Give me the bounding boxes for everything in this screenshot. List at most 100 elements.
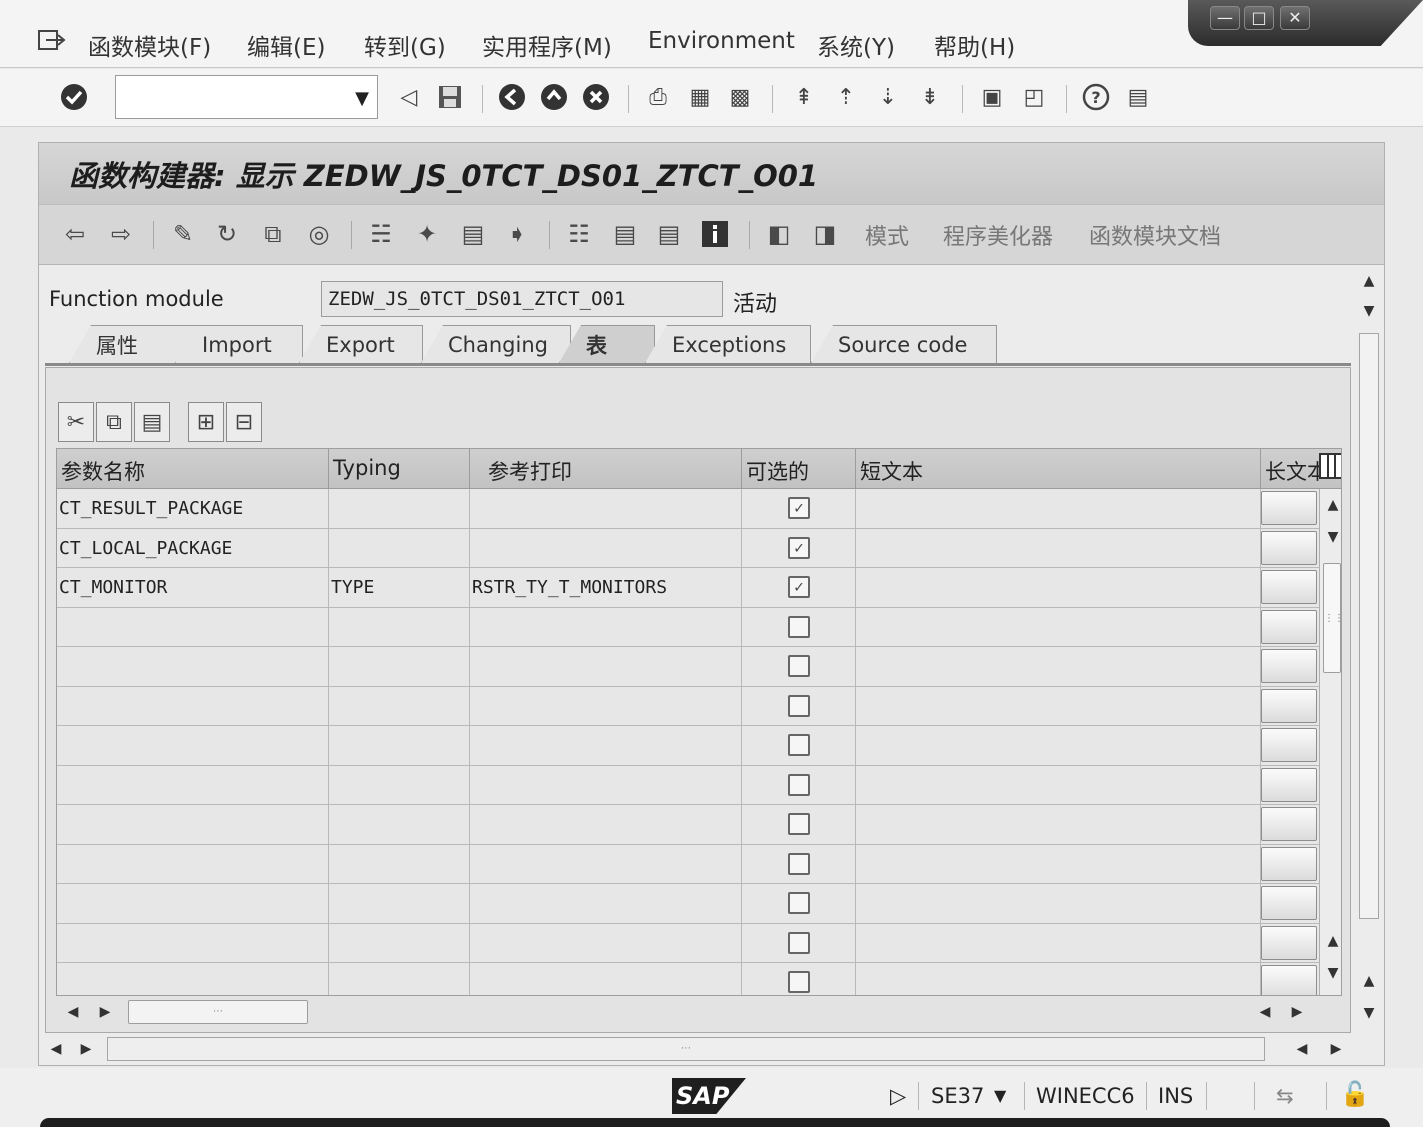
tab-import[interactable]: Import: [175, 325, 303, 363]
scrollbar-thumb[interactable]: ⋯: [128, 1000, 308, 1024]
table-row[interactable]: CT_LOCAL_PACKAGE ✓: [57, 528, 1319, 568]
command-field[interactable]: ▼: [115, 75, 378, 119]
activate-icon[interactable]: ✦: [411, 219, 443, 249]
optional-cell[interactable]: ✓: [742, 489, 856, 528]
tab-exceptions[interactable]: Exceptions: [645, 325, 811, 363]
long-text-button[interactable]: [1261, 965, 1317, 995]
table-row[interactable]: [57, 647, 1319, 687]
where-used-icon[interactable]: ☵: [365, 219, 397, 249]
long-text-button[interactable]: [1261, 886, 1317, 920]
table-row[interactable]: [57, 923, 1319, 963]
typing-cell[interactable]: [329, 884, 470, 923]
long-text-button[interactable]: [1261, 846, 1317, 881]
short-cell[interactable]: [856, 923, 1261, 962]
lock-icon[interactable]: 🔓: [1340, 1080, 1370, 1108]
name-cell[interactable]: [57, 923, 329, 962]
pattern-icon[interactable]: ◧: [763, 219, 795, 249]
table-row[interactable]: [57, 844, 1319, 884]
optional-cell[interactable]: [742, 726, 856, 765]
table-row[interactable]: [57, 805, 1319, 845]
find-icon[interactable]: ▦: [686, 83, 714, 111]
long-text-button[interactable]: [1261, 609, 1317, 644]
short-cell[interactable]: [856, 647, 1261, 686]
prev-page-icon[interactable]: ⇡: [832, 83, 860, 111]
shortcut-icon[interactable]: ◰: [1020, 83, 1048, 111]
function-module-field[interactable]: ZEDW_JS_0TCT_DS01_ZTCT_O01: [321, 281, 723, 317]
scrollbar-track[interactable]: [1359, 333, 1379, 919]
typing-cell[interactable]: [329, 686, 470, 725]
optional-checkbox[interactable]: ✓: [788, 497, 810, 519]
optional-cell[interactable]: [742, 805, 856, 844]
table-horizontal-scrollbar[interactable]: ◀ ▶ ⋯ ◀ ▶: [56, 998, 1342, 1026]
ref-cell[interactable]: [470, 489, 742, 528]
tab-source-code[interactable]: Source code: [811, 325, 997, 363]
test-icon[interactable]: ▤: [457, 219, 489, 249]
optional-checkbox[interactable]: [788, 694, 810, 717]
scroll-right-icon[interactable]: ▶: [73, 1037, 99, 1061]
long-text-button[interactable]: [1261, 807, 1317, 841]
optional-cell[interactable]: [742, 884, 856, 923]
help-icon[interactable]: ?: [1082, 83, 1110, 111]
scroll-down-icon[interactable]: ▼: [1320, 961, 1341, 985]
check-icon[interactable]: ◎: [303, 219, 335, 249]
scroll-right-icon[interactable]: ▶: [1323, 1037, 1349, 1061]
layout-icon[interactable]: ▤: [1124, 83, 1152, 111]
menu-help[interactable]: 帮助(H): [934, 28, 1015, 62]
ref-cell[interactable]: RSTR_TY_T_MONITORS: [470, 568, 742, 607]
transaction-code[interactable]: SE37: [931, 1084, 984, 1108]
delete-row-icon[interactable]: ⊟: [226, 402, 262, 442]
ref-cell[interactable]: [470, 844, 742, 883]
column-header[interactable]: 参数名称: [57, 449, 329, 489]
optional-checkbox[interactable]: [788, 615, 810, 638]
minimize-button[interactable]: —: [1210, 6, 1240, 30]
function-module-doc-button[interactable]: 函数模块文档: [1089, 219, 1221, 251]
table-row[interactable]: [57, 726, 1319, 766]
hierarchy-icon[interactable]: ☷: [563, 219, 595, 249]
display-change-icon[interactable]: ✎: [167, 219, 199, 249]
enter-icon[interactable]: [60, 83, 88, 111]
ref-cell[interactable]: [470, 923, 742, 962]
ref-cell[interactable]: [470, 647, 742, 686]
table-row[interactable]: [57, 765, 1319, 805]
scrollbar-track[interactable]: ⋯: [107, 1037, 1265, 1061]
typing-cell[interactable]: [329, 489, 470, 528]
optional-checkbox[interactable]: [788, 931, 810, 954]
typing-cell[interactable]: [329, 607, 470, 646]
column-settings-icon[interactable]: [1319, 453, 1341, 479]
scroll-left-icon[interactable]: ◀: [1289, 1037, 1315, 1061]
name-cell[interactable]: [57, 765, 329, 804]
insert-mode[interactable]: INS: [1158, 1084, 1193, 1108]
tab-tables[interactable]: 表: [559, 325, 655, 363]
ref-cell[interactable]: [470, 963, 742, 995]
optional-cell[interactable]: [742, 765, 856, 804]
scroll-down-icon[interactable]: ▼: [1320, 525, 1341, 549]
typing-cell[interactable]: [329, 647, 470, 686]
first-page-icon[interactable]: ⇞: [790, 83, 818, 111]
typing-cell[interactable]: [329, 844, 470, 883]
new-session-icon[interactable]: ▣: [978, 83, 1006, 111]
info-icon[interactable]: [699, 219, 731, 249]
short-cell[interactable]: [856, 844, 1261, 883]
menu-environment[interactable]: Environment: [648, 28, 795, 54]
optional-checkbox[interactable]: [788, 852, 810, 875]
print-icon[interactable]: ⎙: [644, 83, 672, 111]
long-text-button[interactable]: [1261, 688, 1317, 723]
scroll-up-icon[interactable]: ▲: [1356, 269, 1382, 293]
optional-checkbox[interactable]: [788, 655, 810, 677]
name-cell[interactable]: [57, 686, 329, 725]
insert-row-icon[interactable]: ⊞: [188, 402, 224, 442]
name-cell[interactable]: CT_MONITOR: [57, 568, 329, 607]
display-object-list-icon[interactable]: ▤: [653, 219, 685, 249]
optional-checkbox[interactable]: [788, 892, 810, 914]
menu-edit[interactable]: 编辑(E): [247, 28, 325, 62]
tab-changing[interactable]: Changing: [421, 325, 571, 363]
table-row[interactable]: [57, 963, 1319, 995]
optional-checkbox[interactable]: [788, 813, 810, 835]
short-cell[interactable]: [856, 568, 1261, 607]
name-cell[interactable]: [57, 607, 329, 646]
optional-cell[interactable]: ✓: [742, 528, 856, 567]
short-cell[interactable]: [856, 765, 1261, 804]
scroll-up-icon[interactable]: ▲: [1356, 969, 1382, 993]
horizontal-scrollbar[interactable]: ◀ ▶ ⋯ ◀ ▶: [41, 1035, 1381, 1063]
scroll-left-icon[interactable]: ◀: [1252, 1000, 1278, 1024]
